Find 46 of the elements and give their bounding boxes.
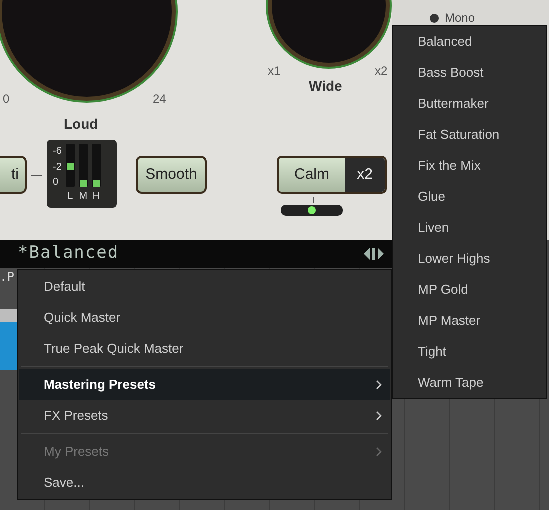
menu-item[interactable]: Mastering Presets	[19, 369, 390, 400]
menu-item[interactable]: True Peak Quick Master	[19, 333, 390, 364]
track-ruler	[0, 309, 17, 322]
meter-scale-label: 0	[53, 176, 60, 190]
menu-item[interactable]: Default	[19, 271, 390, 302]
menu-item[interactable]: Liven	[393, 212, 546, 243]
preset-name: *Balanced	[18, 242, 120, 266]
indicator-light-icon	[281, 205, 343, 216]
menu-item[interactable]: Tight	[393, 336, 546, 367]
toggle-button[interactable]: ti	[0, 156, 27, 194]
menu-item[interactable]: Save...	[19, 467, 390, 498]
radio-label: Mono	[445, 10, 476, 27]
chevron-right-icon	[376, 410, 382, 420]
menu-item[interactable]: Glue	[393, 181, 546, 212]
menu-item[interactable]: Warm Tape	[393, 367, 546, 398]
menu-item[interactable]: Quick Master	[19, 302, 390, 333]
meter-band-label: H	[92, 190, 100, 204]
menu-item[interactable]: Lower Highs	[393, 243, 546, 274]
meter-scale-label: -6	[53, 145, 62, 159]
chevron-right-icon	[376, 380, 382, 390]
scale-label: x1	[268, 63, 281, 80]
menu-item[interactable]: Bass Boost	[393, 57, 546, 88]
scale-label: 24	[153, 91, 166, 108]
knob-label: Loud	[64, 115, 98, 134]
menu-item[interactable]: Fix the Mix	[393, 150, 546, 181]
knob-label: Wide	[309, 77, 342, 96]
mode-option[interactable]: x2	[345, 158, 385, 192]
mode-option[interactable]: Calm	[279, 158, 345, 192]
menu-item[interactable]: MP Master	[393, 305, 546, 336]
track-name: .P	[0, 270, 14, 284]
toggle-button[interactable]: Smooth	[136, 156, 207, 194]
meter-band-label: M	[79, 190, 88, 204]
menu-item[interactable]: Balanced	[393, 26, 546, 57]
menu-item[interactable]: MP Gold	[393, 274, 546, 305]
audio-clip[interactable]	[0, 322, 17, 370]
menu-item[interactable]: Fat Saturation	[393, 119, 546, 150]
menu-item[interactable]: Buttermaker	[393, 88, 546, 119]
meter-scale-label: -2	[53, 160, 62, 174]
meter-band-label: L	[68, 190, 74, 204]
menu-item[interactable]: FX Presets	[19, 400, 390, 431]
preset-bar[interactable]: *Balanced	[0, 240, 392, 268]
scale-label: x2	[375, 63, 388, 80]
scale-label: 0	[3, 91, 10, 108]
chevron-right-icon	[376, 446, 382, 456]
loud-knob[interactable]	[0, 0, 178, 103]
prev-next-arrows-icon[interactable]	[364, 248, 384, 260]
